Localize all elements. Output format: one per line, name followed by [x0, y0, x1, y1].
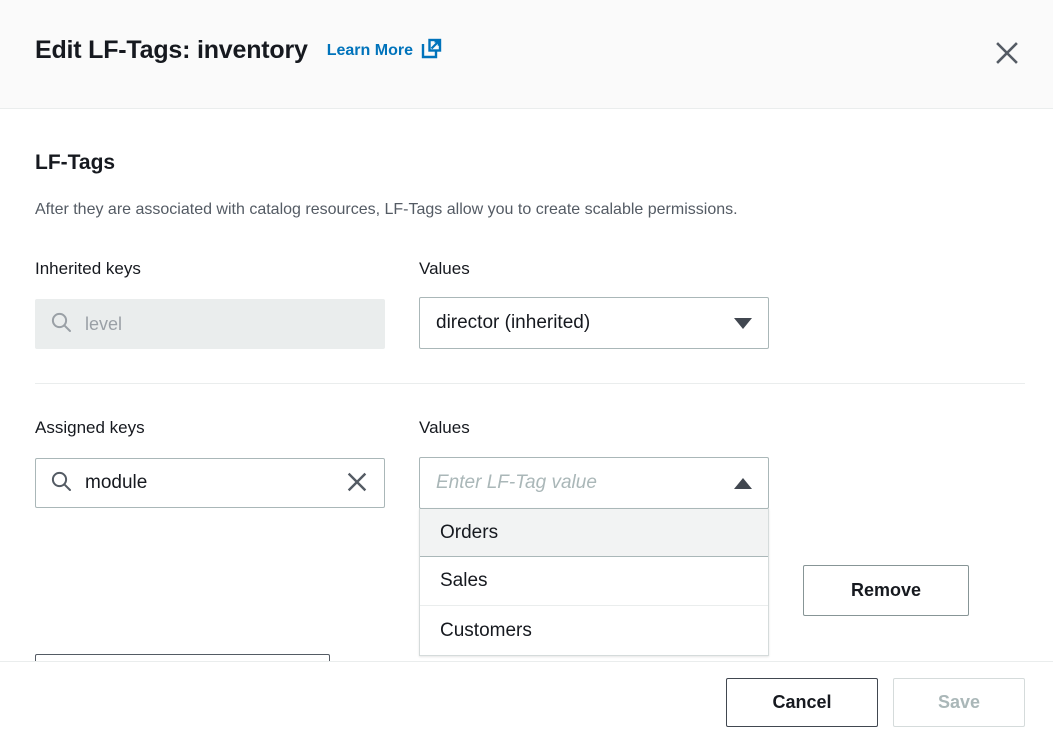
- clear-assigned-key-button[interactable]: [344, 470, 370, 496]
- section-divider: [35, 383, 1025, 384]
- inherited-values-select[interactable]: director (inherited): [419, 297, 769, 349]
- assigned-values-input[interactable]: Enter LF-Tag value: [419, 457, 769, 509]
- cancel-button[interactable]: Cancel: [726, 678, 878, 727]
- close-icon: [993, 39, 1021, 70]
- inherited-values-selected: director (inherited): [436, 312, 590, 334]
- page-title: Edit LF-Tags: inventory: [35, 36, 308, 65]
- modal-header: Edit LF-Tags: inventory Learn More: [0, 0, 1053, 109]
- chevron-down-icon: [734, 318, 752, 329]
- assigned-keys-label: Assigned keys: [35, 418, 145, 438]
- inherited-key-value: level: [85, 314, 122, 335]
- close-icon: [345, 470, 369, 497]
- assigned-values-label: Values: [419, 418, 470, 438]
- inherited-values-label: Values: [419, 259, 470, 279]
- assigned-key-field[interactable]: module: [35, 458, 385, 508]
- assigned-key-value: module: [85, 472, 331, 494]
- search-icon: [50, 470, 72, 497]
- chevron-up-icon[interactable]: [734, 478, 752, 489]
- modal-body: LF-Tags After they are associated with c…: [0, 109, 1053, 661]
- search-icon: [50, 311, 72, 338]
- inherited-keys-label: Inherited keys: [35, 259, 141, 279]
- learn-more-label: Learn More: [327, 42, 413, 60]
- assigned-values-combobox: Enter LF-Tag value Orders Sales Customer…: [419, 457, 769, 656]
- edit-lf-tags-modal: Edit LF-Tags: inventory Learn More: [0, 0, 1053, 743]
- inherited-key-field: level: [35, 299, 385, 349]
- learn-more-link[interactable]: Learn More: [327, 37, 442, 65]
- section-description: After they are associated with catalog r…: [35, 201, 738, 219]
- remove-button[interactable]: Remove: [803, 565, 969, 616]
- list-item[interactable]: Customers: [420, 606, 768, 655]
- list-item[interactable]: Sales: [420, 557, 768, 606]
- section-title: LF-Tags: [35, 151, 115, 175]
- modal-footer: Cancel Save: [0, 661, 1053, 743]
- header-title-group: Edit LF-Tags: inventory Learn More: [35, 36, 442, 65]
- list-item[interactable]: Orders: [420, 508, 768, 557]
- assigned-values-placeholder: Enter LF-Tag value: [436, 472, 597, 494]
- external-link-icon: [420, 38, 442, 65]
- save-button[interactable]: Save: [893, 678, 1025, 727]
- assigned-values-dropdown-list: Orders Sales Customers: [419, 508, 769, 656]
- close-button[interactable]: [989, 36, 1025, 72]
